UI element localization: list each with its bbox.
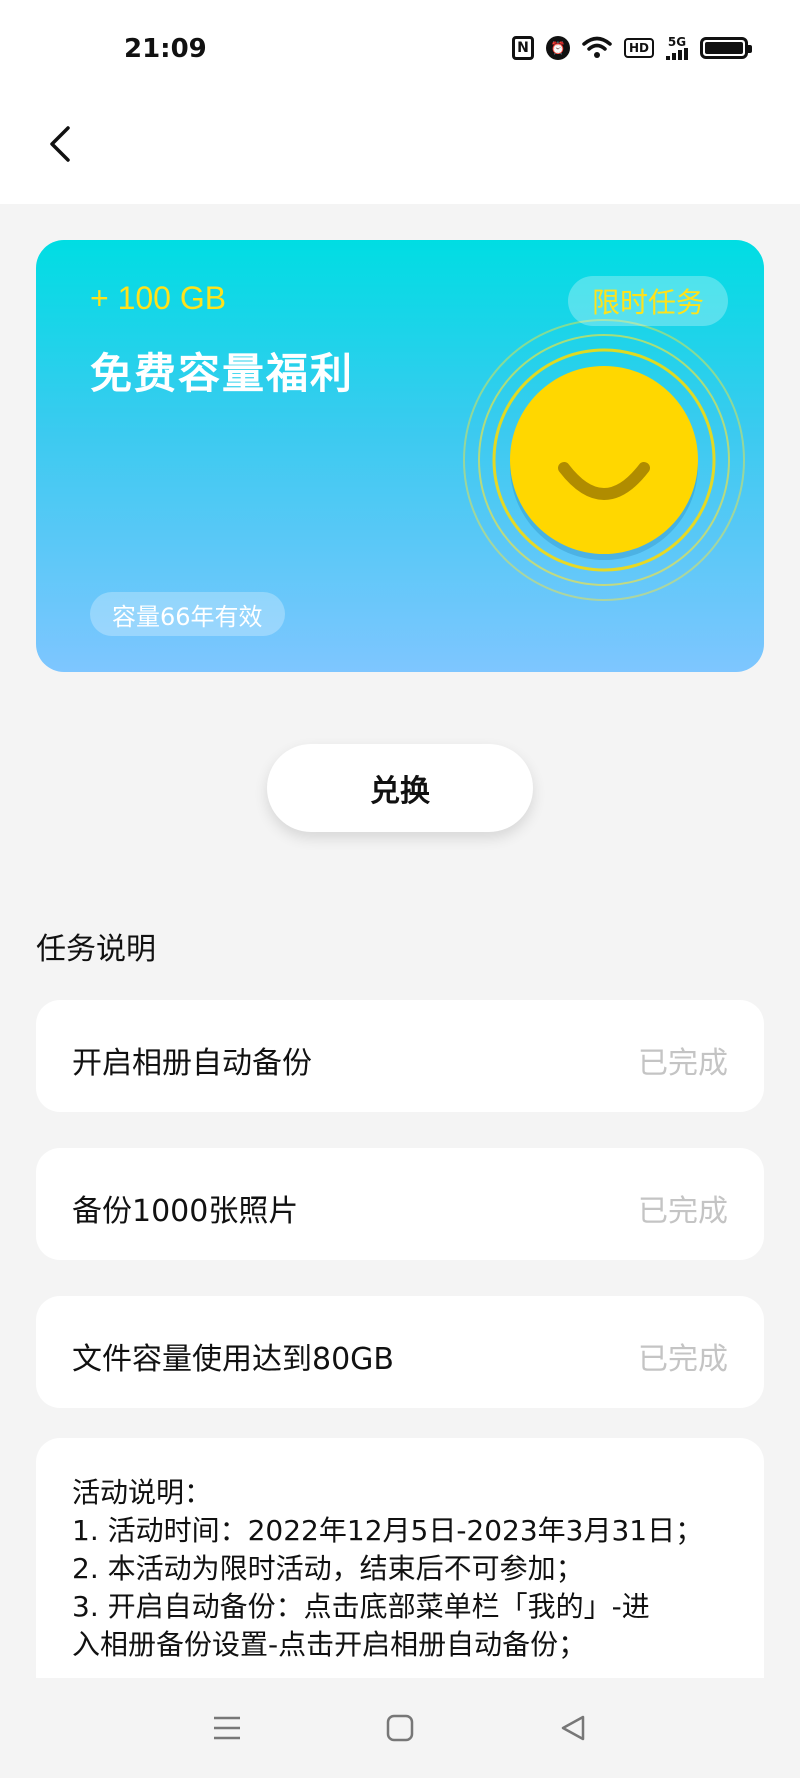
system-nav-bar <box>0 1678 800 1778</box>
banner-title: 免费容量福利 <box>90 349 355 398</box>
wifi-icon <box>582 36 612 60</box>
tasks-section-title: 任务说明 <box>36 932 156 967</box>
limited-task-badge: 限时任务 <box>567 276 728 326</box>
5g-signal-icon: 5G <box>666 36 688 60</box>
status-bar: 21:09 N ⏰ HD 5G <box>0 0 800 100</box>
description-line: 3. 开启自动备份：点击底部菜单栏「我的」-进 <box>72 1590 650 1623</box>
menu-icon <box>213 1716 240 1740</box>
description-line: 1. 活动时间：2022年12月5日-2023年3月31日； <box>72 1514 704 1547</box>
status-icons: N ⏰ HD 5G <box>511 36 752 60</box>
menu-button[interactable] <box>197 1698 257 1758</box>
network-type-label: 5G <box>667 35 687 49</box>
capacity-amount: + 100 GB <box>90 280 227 316</box>
nfc-icon: N <box>511 36 534 60</box>
description-line: 2. 本活动为限时活动，结束后不可参加； <box>72 1552 584 1585</box>
back-triangle-icon <box>562 1715 585 1741</box>
capacity-banner: + 100 GB 免费容量福利 限时任务 容量66年有效 <box>36 240 764 672</box>
description-line: 活动说明： <box>72 1476 213 1509</box>
task-name: 开启相册自动备份 <box>72 1046 312 1081</box>
status-time: 21:09 <box>124 34 207 64</box>
battery-icon <box>700 37 752 59</box>
task-row: 备份1000张照片 已完成 <box>36 1148 764 1260</box>
top-app-bar <box>0 100 800 204</box>
validity-badge: 容量66年有效 <box>90 592 285 636</box>
hd-icon: HD <box>623 38 654 58</box>
alarm-icon: ⏰ <box>545 36 570 60</box>
task-name: 文件容量使用达到80GB <box>72 1342 395 1377</box>
home-button[interactable] <box>370 1698 430 1758</box>
task-row: 文件容量使用达到80GB 已完成 <box>36 1296 764 1408</box>
home-icon <box>386 1714 414 1742</box>
description-line: 入相册备份设置-点击开启相册自动备份； <box>72 1628 587 1661</box>
task-status: 已完成 <box>638 1046 728 1081</box>
activity-description: 活动说明： 1. 活动时间：2022年12月5日-2023年3月31日； 2. … <box>36 1438 764 1698</box>
task-status: 已完成 <box>638 1194 728 1229</box>
chevron-left-icon <box>50 126 70 162</box>
task-name: 备份1000张照片 <box>72 1194 299 1229</box>
task-row: 开启相册自动备份 已完成 <box>36 1000 764 1112</box>
back-button[interactable] <box>36 120 84 168</box>
nav-back-button[interactable] <box>543 1698 603 1758</box>
exchange-button[interactable]: 兑换 <box>267 744 533 832</box>
smiley-icon <box>463 319 745 601</box>
task-status: 已完成 <box>638 1342 728 1377</box>
